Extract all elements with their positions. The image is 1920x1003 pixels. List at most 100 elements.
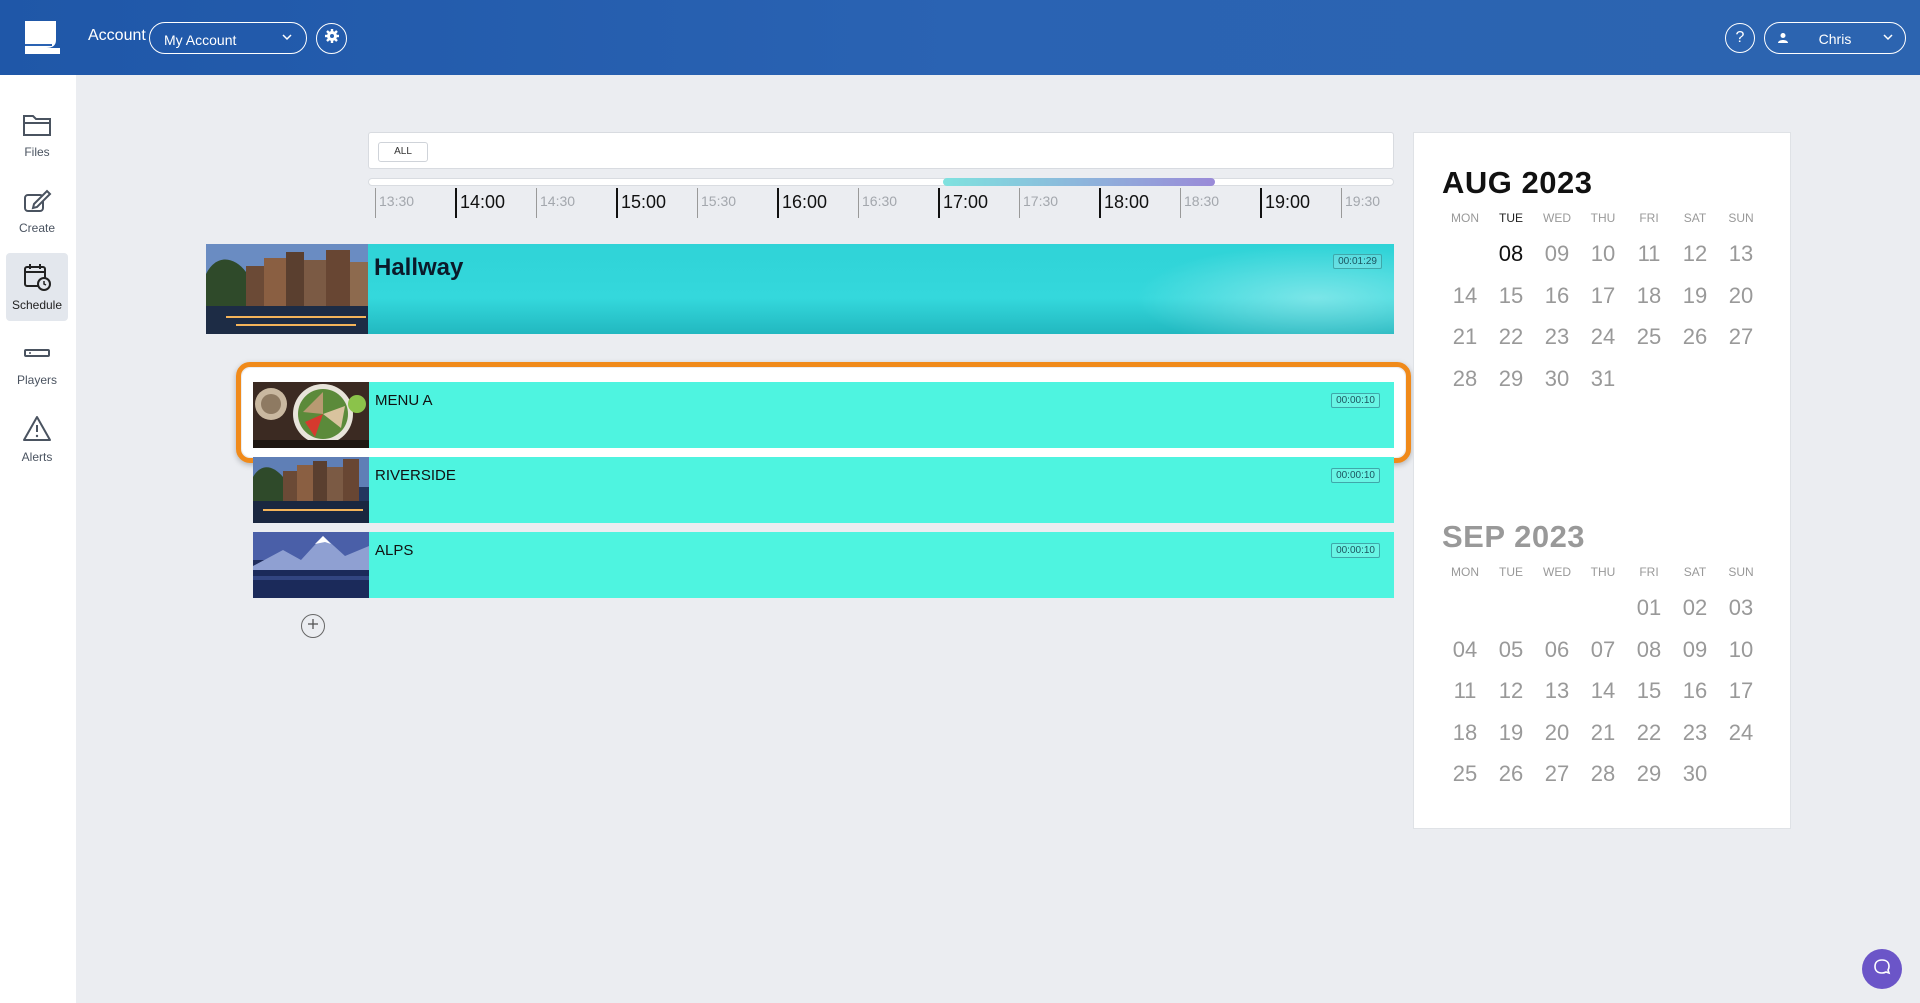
- calendar-day[interactable]: 27: [1718, 316, 1764, 358]
- chevron-down-icon: [280, 30, 294, 47]
- calendar-day[interactable]: 30: [1672, 753, 1718, 795]
- calendar-day[interactable]: 19: [1672, 275, 1718, 317]
- calendar-day[interactable]: 11: [1442, 670, 1488, 712]
- sidebar-item-label: Alerts: [21, 449, 53, 464]
- calendar-day[interactable]: 29: [1488, 358, 1534, 400]
- calendar-day[interactable]: 17: [1718, 670, 1764, 712]
- calendar-day[interactable]: 30: [1534, 358, 1580, 400]
- tag-filter-bar[interactable]: ALL: [368, 132, 1394, 169]
- playlist-item-label: ALPS: [375, 542, 414, 559]
- timeline-tick: 14:00: [455, 188, 505, 218]
- calendar-day[interactable]: 10: [1718, 629, 1764, 671]
- calendar-day[interactable]: 08: [1626, 629, 1672, 671]
- app-logo[interactable]: [22, 18, 62, 58]
- weekday-label: FRI: [1639, 211, 1659, 225]
- account-dropdown[interactable]: My Account: [149, 22, 307, 54]
- calendar-day[interactable]: 24: [1580, 316, 1626, 358]
- calendar-day[interactable]: 12: [1672, 233, 1718, 275]
- calendar-day[interactable]: 23: [1672, 712, 1718, 754]
- calendar-day[interactable]: 03: [1718, 587, 1764, 629]
- calendar-day[interactable]: 22: [1626, 712, 1672, 754]
- calendar-day[interactable]: 09: [1672, 629, 1718, 671]
- calendar-day[interactable]: 28: [1580, 753, 1626, 795]
- calendar-day[interactable]: 31: [1580, 358, 1626, 400]
- gear-icon: [324, 28, 340, 49]
- riverside-thumbnail: [253, 457, 369, 528]
- folder-icon: [22, 112, 52, 145]
- calendar-day[interactable]: 15: [1626, 670, 1672, 712]
- calendar-day[interactable]: 15: [1488, 275, 1534, 317]
- calendar-day[interactable]: 02: [1672, 587, 1718, 629]
- playlist-item-duration: 00:00:10: [1331, 393, 1380, 408]
- channel-block-hallway[interactable]: Hallway 00:01:29: [206, 244, 1394, 334]
- calendar-day[interactable]: 11: [1626, 233, 1672, 275]
- playlist-item-riverside[interactable]: RIVERSIDE 00:00:10: [253, 457, 1394, 523]
- chat-support-button[interactable]: [1862, 949, 1902, 989]
- calendar-day[interactable]: 24: [1718, 712, 1764, 754]
- weekday-label: SUN: [1728, 211, 1754, 225]
- calendar-day[interactable]: 19: [1488, 712, 1534, 754]
- calendar-day[interactable]: 06: [1534, 629, 1580, 671]
- calendar-day[interactable]: 08: [1488, 233, 1534, 275]
- edit-icon: [22, 188, 52, 221]
- timeline-tick: 17:00: [938, 188, 988, 218]
- calendar-day[interactable]: 28: [1442, 358, 1488, 400]
- calendar-day[interactable]: 14: [1442, 275, 1488, 317]
- calendar-day[interactable]: 20: [1718, 275, 1764, 317]
- timeline-tick: 13:30: [375, 188, 414, 218]
- calendar-day[interactable]: 16: [1534, 275, 1580, 317]
- weekday-label: WED: [1543, 211, 1571, 225]
- calendar-day[interactable]: 26: [1672, 316, 1718, 358]
- weekday-header: MON TUE WED THU FRI SAT SUN: [1442, 211, 1764, 225]
- sidebar-item-files[interactable]: Files: [6, 101, 68, 169]
- account-settings-button[interactable]: [316, 23, 347, 54]
- timeline-scrollbar-handle[interactable]: [943, 178, 1215, 186]
- calendar-day[interactable]: 07: [1580, 629, 1626, 671]
- playlist-item-alps[interactable]: ALPS 00:00:10: [253, 532, 1394, 598]
- alps-thumbnail: [253, 532, 369, 603]
- calendar-month-sep: SEP 2023 MON TUE WED THU FRI SAT SUN 01 02 03 04 0…: [1442, 519, 1764, 795]
- weekday-label: THU: [1590, 211, 1616, 225]
- calendar-day[interactable]: 23: [1534, 316, 1580, 358]
- filter-chip-all[interactable]: ALL: [378, 142, 428, 162]
- calendar-day[interactable]: 29: [1626, 753, 1672, 795]
- playlist-item-menu-a[interactable]: MENU A 00:00:10: [253, 382, 1394, 448]
- weekday-label: THU: [1590, 565, 1616, 579]
- calendar-day[interactable]: 17: [1580, 275, 1626, 317]
- add-item-button[interactable]: [301, 614, 325, 638]
- day-empty: [1442, 233, 1488, 275]
- timeline-scrollbar-track[interactable]: [368, 178, 1394, 186]
- calendar-day[interactable]: 13: [1534, 670, 1580, 712]
- sidebar-item-create[interactable]: Create: [6, 177, 68, 245]
- calendar-day[interactable]: 01: [1626, 587, 1672, 629]
- day-empty: [1580, 587, 1626, 629]
- calendar-day[interactable]: 04: [1442, 629, 1488, 671]
- calendar-day[interactable]: 25: [1626, 316, 1672, 358]
- weekday-label: SAT: [1683, 211, 1707, 225]
- calendar-day[interactable]: 05: [1488, 629, 1534, 671]
- help-button[interactable]: ?: [1725, 23, 1755, 53]
- calendar-day[interactable]: 22: [1488, 316, 1534, 358]
- calendar-day[interactable]: 21: [1580, 712, 1626, 754]
- calendar-day[interactable]: 18: [1626, 275, 1672, 317]
- calendar-day[interactable]: 20: [1534, 712, 1580, 754]
- calendar-day[interactable]: 09: [1534, 233, 1580, 275]
- calendar-day[interactable]: 18: [1442, 712, 1488, 754]
- help-icon: ?: [1735, 29, 1745, 46]
- calendar-day[interactable]: 12: [1488, 670, 1534, 712]
- weekday-label: FRI: [1639, 565, 1659, 579]
- calendar-day[interactable]: 25: [1442, 753, 1488, 795]
- sidebar-item-players[interactable]: Players: [6, 329, 68, 397]
- calendar-day[interactable]: 16: [1672, 670, 1718, 712]
- day-empty: [1442, 587, 1488, 629]
- calendar-day[interactable]: 21: [1442, 316, 1488, 358]
- calendar-day[interactable]: 26: [1488, 753, 1534, 795]
- calendar-day[interactable]: 14: [1580, 670, 1626, 712]
- playlist-item-duration: 00:00:10: [1331, 543, 1380, 558]
- calendar-day[interactable]: 13: [1718, 233, 1764, 275]
- sidebar-item-alerts[interactable]: Alerts: [6, 405, 68, 473]
- calendar-day[interactable]: 27: [1534, 753, 1580, 795]
- calendar-day[interactable]: 10: [1580, 233, 1626, 275]
- user-menu[interactable]: Chris: [1764, 22, 1906, 54]
- sidebar-item-schedule[interactable]: Schedule: [6, 253, 68, 321]
